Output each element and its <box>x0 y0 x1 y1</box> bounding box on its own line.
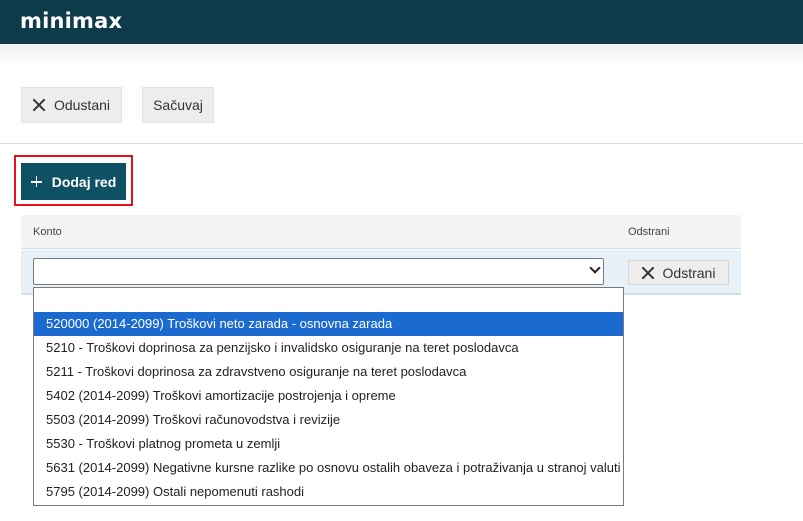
dropdown-option[interactable]: 5530 - Troškovi platnog prometa u zemlji <box>34 432 623 456</box>
remove-row-button[interactable]: Odstrani <box>628 260 729 285</box>
dropdown-option[interactable]: 520000 (2014-2099) Troškovi neto zarada … <box>34 312 623 336</box>
column-header-remove: Odstrani <box>628 226 670 238</box>
dropdown-option[interactable]: 5211 - Troškovi doprinosa za zdravstveno… <box>34 360 623 384</box>
dropdown-option[interactable]: 5402 (2014-2099) Troškovi amortizacije p… <box>34 384 623 408</box>
navbar-shadow <box>0 44 803 68</box>
dropdown-option[interactable]: 5503 (2014-2099) Troškovi računovodstva … <box>34 408 623 432</box>
chevron-down-icon <box>589 262 601 274</box>
minimax-logo[interactable]: minimax <box>20 9 122 33</box>
dropdown-option[interactable]: 5210 - Troškovi doprinosa za penzijsko i… <box>34 336 623 360</box>
close-icon <box>642 267 654 279</box>
close-icon <box>33 99 45 111</box>
save-button[interactable]: Sačuvaj <box>142 87 214 123</box>
add-row-button[interactable]: Dodaj red <box>21 163 126 200</box>
table-header: Konto Odstrani <box>21 215 741 249</box>
section-divider <box>0 143 803 144</box>
column-header-account: Konto <box>33 226 62 238</box>
dropdown-option[interactable]: 5631 (2014-2099) Negativne kursne razlik… <box>34 456 623 480</box>
account-select[interactable] <box>33 258 604 285</box>
account-dropdown-list: 520000 (2014-2099) Troškovi neto zarada … <box>33 287 624 506</box>
plus-icon <box>30 176 42 187</box>
add-row-label: Dodaj red <box>51 173 117 190</box>
cancel-button[interactable]: Odustani <box>21 87 122 123</box>
dropdown-option[interactable]: 5795 (2014-2099) Ostali nepomenuti rasho… <box>34 480 623 504</box>
top-navbar: minimax <box>0 0 803 44</box>
cancel-button-label: Odustani <box>53 97 111 113</box>
remove-row-label: Odstrani <box>662 264 716 281</box>
dropdown-option[interactable] <box>34 288 623 312</box>
save-button-label: Sačuvaj <box>153 97 203 113</box>
